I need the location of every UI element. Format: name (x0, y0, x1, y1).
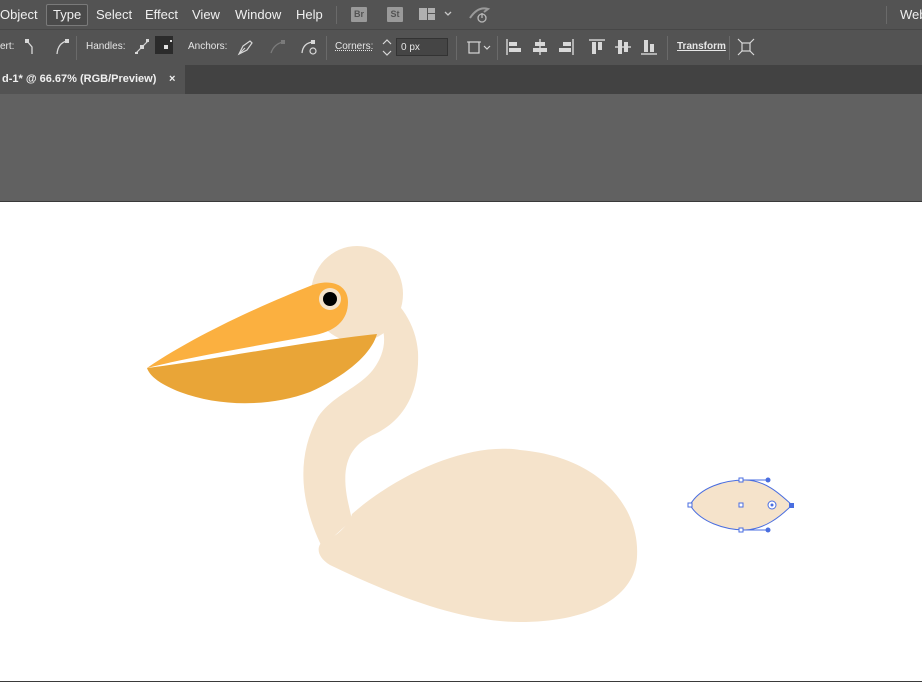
corners-label[interactable]: Corners: (335, 41, 373, 52)
convert-smooth-icon[interactable] (53, 38, 71, 56)
cut-path-icon[interactable] (299, 38, 317, 56)
align-to-selection-icon[interactable] (465, 38, 493, 56)
live-corner-widget-dot (770, 503, 774, 507)
handle-top-end[interactable] (765, 477, 771, 483)
anchor-pen-icon[interactable] (236, 38, 254, 56)
menu-effect[interactable]: Effect (145, 5, 178, 25)
pelican-eye (323, 292, 337, 306)
close-tab-icon[interactable]: × (169, 65, 181, 94)
selected-ellipse-group[interactable] (687, 477, 794, 533)
align-right-icon[interactable] (557, 38, 575, 56)
convert-corner-icon[interactable] (23, 38, 41, 56)
menu-help[interactable]: Help (296, 5, 323, 25)
bridge-icon[interactable]: Br (351, 7, 367, 22)
transform-link[interactable]: Transform (677, 41, 726, 52)
document-tab-title: d-1* @ 66.67% (RGB/Preview) (2, 73, 157, 85)
menu-select[interactable]: Select (96, 5, 132, 25)
workspace-switcher[interactable]: Web (900, 5, 922, 25)
isolate-object-icon[interactable] (737, 38, 755, 56)
menu-view[interactable]: View (192, 5, 220, 25)
document-tab-bar: d-1* @ 66.67% (RGB/Preview) × (0, 65, 922, 94)
control-separator (76, 36, 77, 60)
menu-type[interactable]: Type (46, 4, 89, 26)
menu-object[interactable]: Object (0, 5, 38, 25)
align-bottom-icon[interactable] (640, 38, 658, 56)
artwork-canvas[interactable] (0, 202, 922, 681)
corners-stepper-icon[interactable] (380, 37, 394, 59)
control-separator (729, 36, 730, 60)
show-handles-icon[interactable] (131, 36, 149, 54)
stock-icon[interactable]: St (387, 7, 403, 22)
menu-separator-right (886, 6, 887, 24)
anchor-point-left[interactable] (687, 502, 693, 508)
control-separator (667, 36, 668, 60)
control-bar: ert: Handles: Anchors: Corners: 0 px Tra… (0, 29, 922, 65)
pelican-body[interactable] (318, 448, 638, 622)
align-top-icon[interactable] (588, 38, 606, 56)
corners-radius-input[interactable]: 0 px (396, 38, 448, 56)
artboard[interactable] (0, 202, 922, 681)
workspace-layout-icon[interactable] (418, 7, 454, 23)
convert-label: ert: (0, 41, 15, 52)
control-separator (326, 36, 327, 60)
gpu-performance-icon[interactable] (468, 6, 492, 24)
anchor-point-center (738, 502, 744, 508)
document-tab[interactable]: d-1* @ 66.67% (RGB/Preview) × (0, 65, 185, 94)
anchor-point-top[interactable] (738, 477, 744, 483)
handles-label: Handles: (86, 41, 126, 52)
menu-bar: Object Type Select Effect View Window He… (0, 0, 922, 29)
menu-separator (336, 6, 337, 24)
handle-bottom-end[interactable] (765, 527, 771, 533)
menu-window[interactable]: Window (235, 5, 281, 25)
pasteboard (0, 94, 922, 202)
align-left-icon[interactable] (505, 38, 523, 56)
hide-handles-icon[interactable] (155, 36, 173, 54)
control-separator (456, 36, 457, 60)
align-horizontal-center-icon[interactable] (531, 38, 549, 56)
anchor-point-bottom[interactable] (738, 527, 744, 533)
anchor-point-right[interactable] (789, 503, 794, 508)
remove-anchor-icon[interactable] (268, 38, 286, 56)
anchors-label: Anchors: (188, 41, 228, 52)
control-separator (497, 36, 498, 60)
align-vertical-center-icon[interactable] (614, 38, 632, 56)
